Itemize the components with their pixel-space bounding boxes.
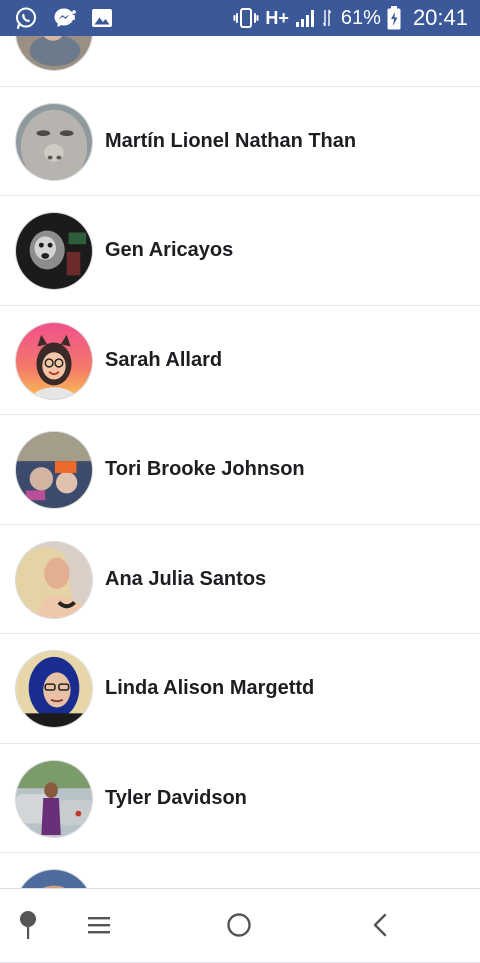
- avatar[interactable]: [15, 212, 93, 290]
- pin-icon: [20, 911, 36, 939]
- messenger-notification-icon: [54, 8, 76, 27]
- list-item[interactable]: Martín Lionel Nathan Than: [0, 86, 480, 196]
- friends-list: Martín Lionel Nathan Than Gen Aricayos S…: [0, 0, 480, 963]
- signal-icon: [295, 10, 314, 27]
- friend-name[interactable]: Tori Brooke Johnson: [105, 415, 305, 524]
- home-button[interactable]: [217, 903, 261, 947]
- avatar[interactable]: [15, 321, 93, 400]
- avatar[interactable]: [15, 431, 93, 509]
- back-icon: [373, 913, 387, 937]
- menu-icon: [88, 917, 110, 934]
- data-arrows-icon: [322, 9, 331, 27]
- avatar[interactable]: [15, 540, 93, 619]
- avatar[interactable]: [15, 102, 93, 181]
- list-item[interactable]: Tyler Davidson: [0, 743, 480, 853]
- menu-button[interactable]: [77, 903, 121, 947]
- back-button[interactable]: [358, 903, 402, 947]
- status-right-indicators: H+ 61% 20:41: [233, 0, 468, 36]
- avatar[interactable]: [15, 759, 93, 838]
- list-item[interactable]: Tori Brooke Johnson: [0, 415, 480, 525]
- list-item[interactable]: Gen Aricayos: [0, 196, 480, 306]
- friend-name[interactable]: Martín Lionel Nathan Than: [105, 87, 356, 196]
- network-type-label: H+: [265, 8, 289, 28]
- gallery-icon: [92, 9, 112, 27]
- friend-name[interactable]: Ana Julia Santos: [105, 525, 266, 634]
- friend-name[interactable]: Tyler Davidson: [105, 744, 247, 853]
- system-navigation-bar: [0, 888, 480, 960]
- status-time: 20:41: [412, 5, 468, 30]
- battery-percent: 61%: [340, 7, 381, 29]
- friend-name[interactable]: Gen Aricayos: [105, 196, 233, 305]
- avatar[interactable]: [15, 650, 93, 728]
- friend-name[interactable]: Sarah Allard: [105, 306, 222, 415]
- vibrate-icon: [233, 8, 259, 28]
- home-icon: [227, 913, 251, 937]
- pin-button[interactable]: [6, 903, 50, 947]
- friend-name[interactable]: Linda Alison Margettd: [105, 634, 314, 743]
- list-item[interactable]: Sarah Allard: [0, 305, 480, 415]
- whatsapp-icon: [16, 7, 36, 30]
- status-left-icons: [14, 6, 114, 30]
- battery-charging-icon: [387, 6, 401, 30]
- list-item[interactable]: Linda Alison Margettd: [0, 634, 480, 744]
- list-item[interactable]: Ana Julia Santos: [0, 524, 480, 634]
- status-bar: H+ 61% 20:41: [0, 0, 480, 36]
